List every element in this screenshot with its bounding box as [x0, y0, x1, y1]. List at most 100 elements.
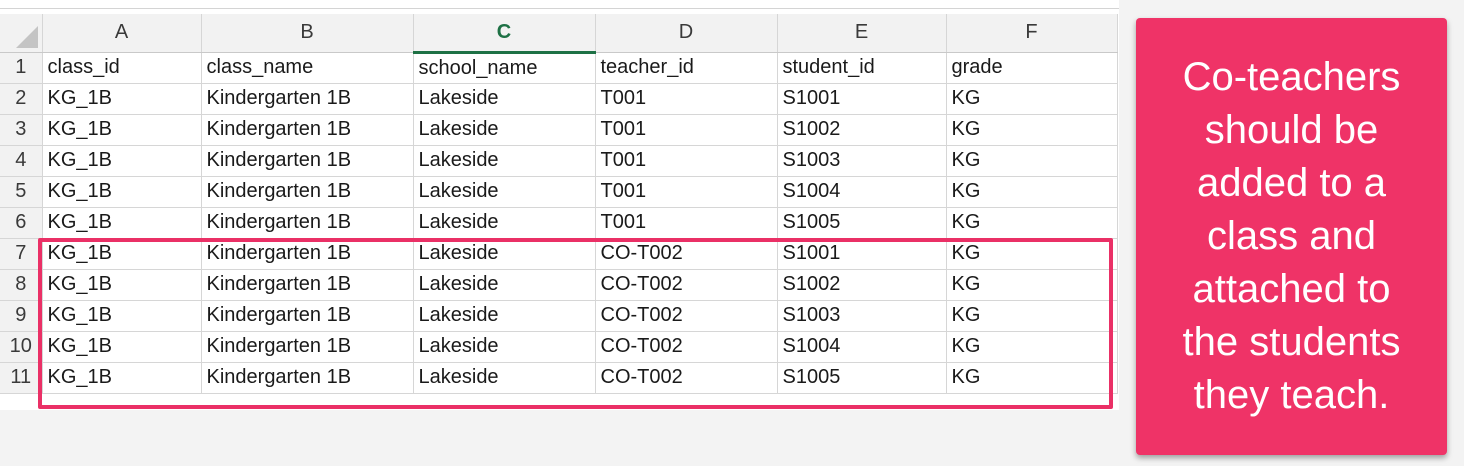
cell-c9[interactable]: Lakeside — [413, 300, 596, 332]
cell-e2[interactable]: S1001 — [777, 83, 947, 115]
cell-e9[interactable]: S1003 — [777, 300, 947, 332]
table-row: 3 KG_1B Kindergarten 1B Lakeside T001 S1002 KG — [0, 114, 1118, 146]
cell-f8[interactable]: KG — [946, 269, 1118, 301]
cell-d3[interactable]: T001 — [595, 114, 778, 146]
row-header[interactable]: 10 — [0, 331, 43, 363]
cell-b10[interactable]: Kindergarten 1B — [201, 331, 414, 363]
cell-f11[interactable]: KG — [946, 362, 1118, 394]
cell-a10[interactable]: KG_1B — [42, 331, 202, 363]
cell-d4[interactable]: T001 — [595, 145, 778, 177]
cell-c3[interactable]: Lakeside — [413, 114, 596, 146]
table-row: 7 KG_1B Kindergarten 1B Lakeside CO-T002 S100… — [0, 238, 1118, 270]
row-header[interactable]: 4 — [0, 145, 43, 177]
cell-f6[interactable]: KG — [946, 207, 1118, 239]
cell-a8[interactable]: KG_1B — [42, 269, 202, 301]
cell-a2[interactable]: KG_1B — [42, 83, 202, 115]
cell-d5[interactable]: T001 — [595, 176, 778, 208]
cell-c10[interactable]: Lakeside — [413, 331, 596, 363]
select-all-corner[interactable] — [0, 14, 43, 53]
cell-f9[interactable]: KG — [946, 300, 1118, 332]
cell-c4[interactable]: Lakeside — [413, 145, 596, 177]
callout-box: Co-teachers should be added to a class a… — [1136, 18, 1447, 455]
cell-e7[interactable]: S1001 — [777, 238, 947, 270]
column-header-b[interactable]: B — [201, 14, 414, 53]
cell-d2[interactable]: T001 — [595, 83, 778, 115]
cell-c5[interactable]: Lakeside — [413, 176, 596, 208]
cell-f2[interactable]: KG — [946, 83, 1118, 115]
cell-a5[interactable]: KG_1B — [42, 176, 202, 208]
column-header-d[interactable]: D — [595, 14, 778, 53]
cell-b2[interactable]: Kindergarten 1B — [201, 83, 414, 115]
cell-a7[interactable]: KG_1B — [42, 238, 202, 270]
table-row: 6 KG_1B Kindergarten 1B Lakeside T001 S1005 KG — [0, 207, 1118, 239]
cell-a11[interactable]: KG_1B — [42, 362, 202, 394]
cell-e8[interactable]: S1002 — [777, 269, 947, 301]
cell-b4[interactable]: Kindergarten 1B — [201, 145, 414, 177]
callout-text: Co-teachers should be added to a class a… — [1182, 55, 1401, 417]
cell-b6[interactable]: Kindergarten 1B — [201, 207, 414, 239]
toolbar-strip — [0, 0, 1119, 9]
cell-e10[interactable]: S1004 — [777, 331, 947, 363]
cell-a3[interactable]: KG_1B — [42, 114, 202, 146]
cell-a1[interactable]: class_id — [42, 52, 202, 84]
cell-b9[interactable]: Kindergarten 1B — [201, 300, 414, 332]
cell-f3[interactable]: KG — [946, 114, 1118, 146]
cell-f7[interactable]: KG — [946, 238, 1118, 270]
row-header[interactable]: 3 — [0, 114, 43, 146]
row-header[interactable]: 6 — [0, 207, 43, 239]
cell-d1[interactable]: teacher_id — [595, 52, 778, 84]
spreadsheet-grid: ABCDEF 1 class_id class_name school_name tea… — [0, 14, 1118, 394]
column-header-e[interactable]: E — [777, 14, 947, 53]
cell-f1[interactable]: grade — [946, 52, 1118, 84]
cell-e5[interactable]: S1004 — [777, 176, 947, 208]
cell-d10[interactable]: CO-T002 — [595, 331, 778, 363]
cell-c2[interactable]: Lakeside — [413, 83, 596, 115]
cell-a6[interactable]: KG_1B — [42, 207, 202, 239]
cell-d11[interactable]: CO-T002 — [595, 362, 778, 394]
cell-f4[interactable]: KG — [946, 145, 1118, 177]
cell-b7[interactable]: Kindergarten 1B — [201, 238, 414, 270]
cell-b5[interactable]: Kindergarten 1B — [201, 176, 414, 208]
cell-b8[interactable]: Kindergarten 1B — [201, 269, 414, 301]
column-header-a[interactable]: A — [42, 14, 202, 53]
cell-f10[interactable]: KG — [946, 331, 1118, 363]
cell-a4[interactable]: KG_1B — [42, 145, 202, 177]
row-header[interactable]: 8 — [0, 269, 43, 301]
cell-b3[interactable]: Kindergarten 1B — [201, 114, 414, 146]
cell-c6[interactable]: Lakeside — [413, 207, 596, 239]
table-row: 5 KG_1B Kindergarten 1B Lakeside T001 S1004 KG — [0, 176, 1118, 208]
cell-e11[interactable]: S1005 — [777, 362, 947, 394]
column-header-c[interactable]: C — [413, 14, 596, 54]
cell-c8[interactable]: Lakeside — [413, 269, 596, 301]
cell-d6[interactable]: T001 — [595, 207, 778, 239]
column-header-f[interactable]: F — [946, 14, 1118, 53]
table-row: 1 class_id class_name school_name teacher_id… — [0, 52, 1118, 84]
select-all-icon — [15, 25, 38, 48]
table-row: 8 KG_1B Kindergarten 1B Lakeside CO-T002 S100… — [0, 269, 1118, 301]
cell-e1[interactable]: student_id — [777, 52, 947, 84]
cell-d9[interactable]: CO-T002 — [595, 300, 778, 332]
cell-c7[interactable]: Lakeside — [413, 238, 596, 270]
cell-d8[interactable]: CO-T002 — [595, 269, 778, 301]
row-header[interactable]: 1 — [0, 52, 43, 84]
cell-b1[interactable]: class_name — [201, 52, 414, 84]
cell-a9[interactable]: KG_1B — [42, 300, 202, 332]
row-header[interactable]: 7 — [0, 238, 43, 270]
row-header[interactable]: 11 — [0, 362, 43, 394]
row-header[interactable]: 9 — [0, 300, 43, 332]
row-header[interactable]: 2 — [0, 83, 43, 115]
spreadsheet: ABCDEF 1 class_id class_name school_name tea… — [0, 0, 1119, 410]
table-row: 11 KG_1B Kindergarten 1B Lakeside CO-T002 S10… — [0, 362, 1118, 394]
cell-e6[interactable]: S1005 — [777, 207, 947, 239]
cell-f5[interactable]: KG — [946, 176, 1118, 208]
cell-c1[interactable]: school_name — [413, 52, 596, 84]
table-row: 4 KG_1B Kindergarten 1B Lakeside T001 S1003 KG — [0, 145, 1118, 177]
row-header[interactable]: 5 — [0, 176, 43, 208]
cell-c11[interactable]: Lakeside — [413, 362, 596, 394]
cell-b11[interactable]: Kindergarten 1B — [201, 362, 414, 394]
cell-e4[interactable]: S1003 — [777, 145, 947, 177]
table-row: 10 KG_1B Kindergarten 1B Lakeside CO-T002 S10… — [0, 331, 1118, 363]
cell-d7[interactable]: CO-T002 — [595, 238, 778, 270]
cell-e3[interactable]: S1002 — [777, 114, 947, 146]
table-row: 2 KG_1B Kindergarten 1B Lakeside T001 S1001 KG — [0, 83, 1118, 115]
